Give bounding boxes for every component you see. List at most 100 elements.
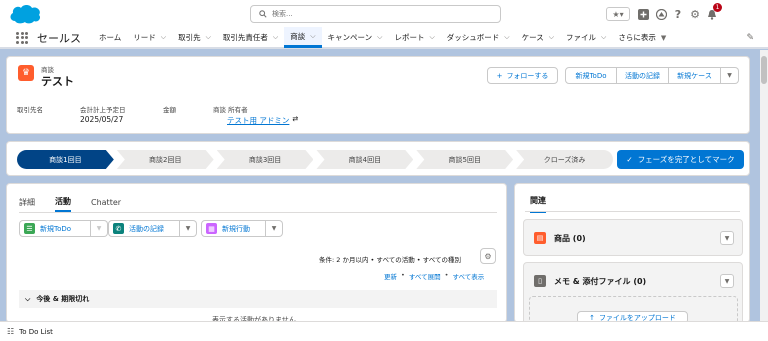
field-value-close-date: 2025/05/27: [80, 115, 124, 124]
notification-badge: 1: [713, 3, 722, 12]
calendar-icon: ▦: [206, 223, 217, 234]
favorites-star-icon[interactable]: ★▾: [606, 7, 630, 21]
caret-down-icon: ▼: [660, 33, 667, 42]
path-stage-5[interactable]: 商談5回目: [416, 150, 513, 169]
chevron-down-icon[interactable]: ⌵: [206, 33, 211, 42]
related-list-notes-title[interactable]: メモ & 添付ファイル (0): [554, 276, 646, 287]
field-label-owner: 商談 所有者: [213, 106, 248, 114]
chevron-down-icon[interactable]: ⌵: [549, 33, 554, 42]
activity-filter-text: 条件: 2 か月以内 • すべての活動 • すべての種別: [319, 256, 461, 264]
log-call-action: ✆ 活動の記録 ▼: [108, 220, 197, 237]
log-call-icon: ✆: [113, 223, 124, 234]
utility-bar: ☷ To Do List: [0, 321, 768, 341]
log-call-button[interactable]: ✆ 活動の記録: [108, 220, 180, 237]
notes-attachments-icon: ▯: [534, 275, 546, 287]
nav-item-cases[interactable]: ケース ⌵: [516, 27, 560, 48]
new-task-button[interactable]: ☰ 新規ToDo: [19, 220, 91, 237]
path-stage-3[interactable]: 商談3回目: [217, 150, 314, 169]
owner-link[interactable]: テスト用 アドミン: [227, 115, 289, 126]
nav-item-dashboards[interactable]: ダッシュボード ⌵: [441, 27, 516, 48]
chevron-down-icon[interactable]: ⌵: [429, 33, 434, 42]
plus-icon: +: [496, 71, 503, 80]
chevron-down-icon[interactable]: ⌵: [377, 33, 382, 42]
todo-list-utility[interactable]: To Do List: [19, 328, 53, 336]
upcoming-overdue-section[interactable]: ⌵ 今後 & 期限切れ: [19, 290, 497, 308]
new-event-action: ▦ 新規行動 ▼: [201, 220, 283, 237]
todo-list-icon: ☷: [7, 327, 15, 336]
notes-actions-dropdown[interactable]: ▼: [720, 274, 734, 288]
path-stage-closed[interactable]: クローズ済み: [516, 150, 613, 169]
filter-settings-gear-icon[interactable]: ⚙: [480, 248, 496, 264]
tab-details[interactable]: 詳細: [19, 192, 35, 212]
chevron-down-icon: ⌵: [25, 294, 31, 303]
nav-item-leads[interactable]: リード ⌵: [127, 27, 172, 48]
nav-item-reports[interactable]: レポート ⌵: [388, 27, 440, 48]
nav-item-files[interactable]: ファイル ⌵: [560, 27, 612, 48]
more-actions-dropdown[interactable]: ▼: [721, 67, 739, 84]
chevron-down-icon[interactable]: ⌵: [504, 33, 509, 42]
new-event-button[interactable]: ▦ 新規行動: [201, 220, 266, 237]
new-event-dropdown[interactable]: ▼: [266, 220, 283, 237]
separator-dot: •: [401, 271, 405, 279]
path-stages: 商談1回目 商談2回目 商談3回目 商談4回目 商談5回目 クローズ済み: [17, 150, 613, 169]
search-placeholder: 検索...: [272, 10, 293, 18]
path-stage-4[interactable]: 商談4回目: [316, 150, 413, 169]
chevron-down-icon[interactable]: ⌵: [310, 32, 315, 41]
path-stage-1[interactable]: 商談1回目: [17, 150, 114, 169]
app-launcher-waffle-icon[interactable]: [16, 31, 28, 44]
nav-item-contacts[interactable]: 取引先責任者 ⌵: [217, 27, 284, 48]
edit-nav-pencil-icon[interactable]: ✎: [746, 33, 754, 43]
app-nav-bar: セールス ホーム リード ⌵ 取引先 ⌵ 取引先責任者 ⌵ 商談 ⌵ キャンペーン ⌵ レ…: [0, 27, 768, 49]
log-activity-button[interactable]: 活動の記録: [617, 67, 669, 84]
nav-item-home[interactable]: ホーム: [93, 27, 127, 48]
nav-item-opportunities[interactable]: 商談 ⌵: [284, 27, 322, 48]
tab-divider: [19, 212, 497, 213]
nav-item-campaigns[interactable]: キャンペーン ⌵: [322, 27, 389, 48]
related-list-products-title[interactable]: 商品 (0): [554, 233, 586, 244]
opportunity-crown-icon: ♛: [18, 65, 34, 81]
chevron-down-icon[interactable]: ⌵: [273, 33, 278, 42]
global-header: 検索... ★▾ ? ⚙ 1: [0, 0, 768, 28]
help-icon[interactable]: ?: [672, 7, 684, 21]
log-call-dropdown[interactable]: ▼: [180, 220, 197, 237]
products-actions-dropdown[interactable]: ▼: [720, 231, 734, 245]
nav-item-accounts[interactable]: 取引先 ⌵: [172, 27, 217, 48]
separator-dot: •: [444, 271, 449, 279]
record-highlights-panel: ♛ 商談 テスト + フォローする 新規ToDo 活動の記録 新規ケース ▼ 取…: [6, 56, 750, 134]
field-label-amount: 金額: [163, 106, 176, 114]
tab-activity[interactable]: 活動: [55, 192, 71, 212]
trailhead-icon[interactable]: [655, 7, 667, 21]
setup-gear-icon[interactable]: ⚙: [689, 7, 701, 21]
nav-item-more[interactable]: さらに表示 ▼: [612, 27, 672, 48]
new-task-dropdown[interactable]: ▼: [91, 220, 108, 237]
follow-button[interactable]: + フォローする: [487, 67, 558, 84]
record-actions-group: 新規ToDo 活動の記録 新規ケース ▼: [565, 67, 739, 84]
expand-all-link[interactable]: すべて展開: [409, 271, 441, 281]
change-owner-icon[interactable]: ⇄: [292, 115, 298, 126]
mark-stage-complete-button[interactable]: ✓ フェーズを完了としてマーク: [617, 150, 744, 169]
app-name: セールス: [37, 31, 81, 45]
field-label-account: 取引先名: [17, 106, 43, 114]
search-icon: [259, 10, 267, 18]
activity-links: 更新 • すべて展開 • すべて表示: [384, 271, 484, 281]
new-case-button[interactable]: 新規ケース: [669, 67, 721, 84]
tab-chatter[interactable]: Chatter: [91, 192, 121, 212]
follow-button-group: + フォローする: [487, 67, 558, 84]
view-all-link[interactable]: すべて表示: [452, 271, 484, 281]
refresh-link[interactable]: 更新: [384, 271, 397, 281]
check-icon: ✓: [626, 155, 633, 164]
activity-panel: 詳細 活動 Chatter ☰ 新規ToDo ▼ ✆ 活動の記録 ▼ ▦ 新規行…: [6, 183, 507, 324]
record-tabs: 詳細 活動 Chatter: [19, 192, 121, 212]
new-todo-button[interactable]: 新規ToDo: [565, 67, 617, 84]
chevron-down-icon[interactable]: ⌵: [601, 33, 606, 42]
global-search-input[interactable]: 検索...: [250, 5, 501, 23]
page-scrollbar[interactable]: [760, 50, 768, 321]
chevron-down-icon[interactable]: ⌵: [161, 33, 166, 42]
related-list-products: ▤ 商品 (0) ▼: [523, 219, 743, 256]
page-scrollbar-thumb[interactable]: [761, 56, 767, 84]
add-icon[interactable]: [637, 7, 649, 21]
salesforce-cloud-logo[interactable]: [8, 3, 42, 25]
sales-path: 商談1回目 商談2回目 商談3回目 商談4回目 商談5回目 クローズ済み ✓ フ…: [6, 141, 750, 176]
field-label-close-date: 会計計上予定日: [80, 106, 126, 114]
path-stage-2[interactable]: 商談2回目: [117, 150, 214, 169]
